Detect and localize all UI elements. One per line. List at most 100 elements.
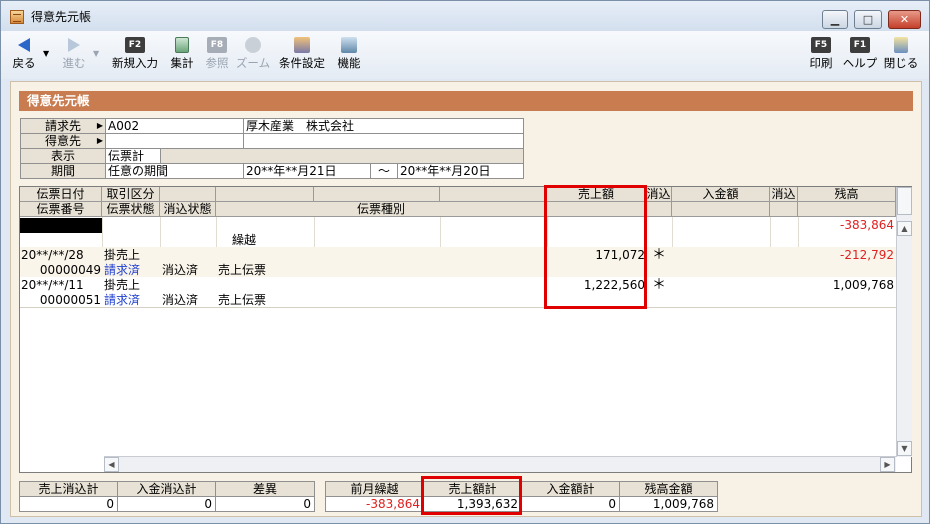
scroll-up-icon[interactable]: ▲ <box>897 221 912 236</box>
payment-cleared-total-label: 入金消込計 <box>117 481 216 497</box>
row2-trade-type: 掛売上 <box>104 278 141 292</box>
row2-date: 20**/**/11 <box>21 278 84 292</box>
vertical-scrollbar[interactable]: ▲ ▼ <box>896 187 912 457</box>
row1-trade-type: 掛売上 <box>104 248 141 262</box>
back-arrow-icon <box>18 38 30 52</box>
sales-cleared-total: 0 <box>19 496 118 512</box>
billing-code-field[interactable]: A002 <box>105 118 244 134</box>
row1-balance: -212,792 <box>840 248 894 262</box>
ledger-app-icon <box>10 10 24 24</box>
payment-total-value: 0 <box>521 496 620 512</box>
display-select[interactable]: 伝票計 <box>105 148 161 164</box>
close-window-button[interactable]: ✕ <box>888 10 921 29</box>
payment-total-label: 入金額計 <box>521 481 620 497</box>
f1-key-icon: F1 <box>850 37 870 53</box>
row2-balance: 1,009,768 <box>832 278 894 292</box>
display-filler <box>160 148 524 164</box>
period-from-field[interactable]: 20**年**月21日 <box>243 163 371 179</box>
col-payment-cleared-header[interactable]: 消込 <box>770 187 798 202</box>
sales-column-highlight <box>544 185 647 309</box>
period-to-field[interactable]: 20**年**月20日 <box>397 163 524 179</box>
sales-total-highlight <box>421 476 522 515</box>
zoom-icon <box>245 37 261 53</box>
row1-date: 20**/**/28 <box>21 248 84 262</box>
new-entry-button[interactable]: F2 新規入力 <box>109 37 161 71</box>
customer-expand-icon[interactable]: ▶ <box>97 134 103 148</box>
col-sales-cleared-header[interactable]: 消込 <box>646 187 672 202</box>
maximize-button[interactable]: □ <box>854 10 882 29</box>
customer-code-field[interactable] <box>105 133 244 149</box>
panel-title: 得意先元帳 <box>19 91 913 111</box>
billing-name: 厚木産業 株式会社 <box>243 118 524 134</box>
help-button[interactable]: F1 ヘルプ <box>842 37 878 71</box>
f8-key-icon: F8 <box>207 37 227 53</box>
row2-clear-status: 消込済 <box>162 293 199 307</box>
col-blank-header-6 <box>646 202 672 217</box>
col-trade-type-header[interactable]: 取引区分 <box>102 187 160 202</box>
selected-row-marker[interactable] <box>20 218 102 233</box>
functions-icon <box>341 37 357 53</box>
back-dropdown-chevron-icon[interactable]: ▼ <box>43 49 49 58</box>
calculator-icon <box>175 37 189 53</box>
period-label: 期間 <box>20 163 106 179</box>
row2-slip-no: 00000051 <box>39 293 101 307</box>
col-blank-header-1 <box>160 187 216 202</box>
window-title: 得意先元帳 <box>31 10 92 24</box>
toolbar: 戻る ▼ 進む ▼ F2 新規入力 集計 F8 参照 ズーム 条件設定 機能 F… <box>1 31 929 79</box>
zoom-button: ズーム <box>235 37 271 71</box>
row1-slip-no: 00000049 <box>39 263 101 277</box>
table-row[interactable] <box>20 247 896 277</box>
period-type-select[interactable]: 任意の期間 <box>105 163 244 179</box>
exit-button[interactable]: 閉じる <box>883 37 919 71</box>
ledger-grid: 伝票日付 取引区分 売上額 消込 入金額 消込 残高 伝票番号 伝票状態 消込状… <box>19 185 912 473</box>
sales-cleared-total-label: 売上消込計 <box>19 481 118 497</box>
payment-cleared-total: 0 <box>117 496 216 512</box>
difference-value: 0 <box>215 496 315 512</box>
customer-name <box>243 133 524 149</box>
functions-button[interactable]: 機能 <box>335 37 363 71</box>
forward-dropdown-chevron-icon: ▼ <box>93 49 100 58</box>
row1-clear-status: 消込済 <box>162 263 199 277</box>
col-date-header[interactable]: 伝票日付 <box>20 187 102 202</box>
scroll-down-icon[interactable]: ▼ <box>897 441 912 456</box>
print-button[interactable]: F5 印刷 <box>807 37 835 71</box>
horizontal-scrollbar[interactable]: ◀ ▶ <box>104 456 896 472</box>
billing-expand-icon[interactable]: ▶ <box>97 119 103 133</box>
col-slip-type-header[interactable]: 伝票種別 <box>216 202 547 217</box>
back-button[interactable]: 戻る <box>7 37 41 71</box>
col-blank-header-4 <box>440 187 547 202</box>
conditions-button[interactable]: 条件設定 <box>277 37 327 71</box>
col-blank-header-8 <box>770 202 798 217</box>
scroll-right-icon[interactable]: ▶ <box>880 457 895 472</box>
balance-total-value: 1,009,768 <box>619 496 718 512</box>
row1-sales-cleared-mark: ＊ <box>652 247 666 263</box>
row1-slip-type: 売上伝票 <box>218 263 267 277</box>
col-blank-header-3 <box>314 187 440 202</box>
col-slip-status-header[interactable]: 伝票状態 <box>102 202 160 217</box>
balance-total-label: 残高金額 <box>619 481 718 497</box>
billing-label: 請求先 ▶ <box>20 118 106 134</box>
difference-label: 差異 <box>215 481 315 497</box>
col-blank-header-2 <box>216 187 314 202</box>
col-payment-header[interactable]: 入金額 <box>672 187 770 202</box>
scroll-left-icon[interactable]: ◀ <box>104 457 119 472</box>
scroll-thumb[interactable] <box>897 187 912 215</box>
table-row[interactable] <box>20 277 896 307</box>
minimize-button[interactable]: ▁ <box>822 10 848 29</box>
f2-key-icon: F2 <box>125 37 145 53</box>
row1-slip-status[interactable]: 請求済 <box>104 263 140 277</box>
f5-key-icon: F5 <box>811 37 831 53</box>
row2-sales-cleared-mark: ＊ <box>652 277 666 293</box>
col-slip-no-header[interactable]: 伝票番号 <box>20 202 102 217</box>
row2-slip-status[interactable]: 請求済 <box>104 293 140 307</box>
col-balance-header[interactable]: 残高 <box>798 187 896 202</box>
aggregate-button[interactable]: 集計 <box>168 37 196 71</box>
customer-label: 得意先 ▶ <box>20 133 106 149</box>
col-clear-status-header[interactable]: 消込状態 <box>160 202 216 217</box>
title-bar: 得意先元帳 ▁ □ ✕ <box>1 1 929 31</box>
forward-button: 進む <box>57 37 91 71</box>
app-window: 得意先元帳 ▁ □ ✕ 戻る ▼ 進む ▼ F2 新規入力 集計 F8 参照 ズ… <box>0 0 930 524</box>
display-label: 表示 <box>20 148 106 164</box>
row0-slip-type: 繰越 <box>232 233 257 247</box>
row2-slip-type: 売上伝票 <box>218 293 267 307</box>
